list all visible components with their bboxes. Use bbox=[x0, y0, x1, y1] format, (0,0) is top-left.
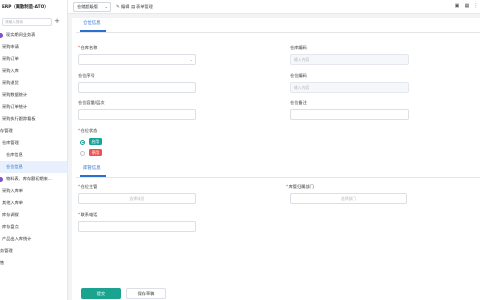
sidebar-item-purchase-order-stats[interactable]: 采购订单统计 bbox=[0, 101, 67, 113]
sidebar-item-inventory-group[interactable]: 存管理 bbox=[0, 125, 67, 137]
location-note-label: 仓位备注 bbox=[290, 100, 307, 105]
sidebar-item-label: 采购订单 bbox=[2, 56, 19, 61]
form-manage-button[interactable]: ▤表单管理 bbox=[131, 2, 153, 12]
section-divider bbox=[76, 32, 480, 33]
sidebar-item-label: 采购订单统计 bbox=[2, 104, 28, 109]
sidebar-item-label: 物料表、库存额初期来... bbox=[6, 176, 52, 181]
app-version-value: 仓储超级版 bbox=[77, 4, 98, 9]
radio-unchecked-icon bbox=[80, 150, 85, 156]
sidebar-item-label: 现实期间业务表 bbox=[6, 32, 36, 37]
location-code-label: 仓位编码 bbox=[290, 73, 307, 78]
sidebar-search-input[interactable]: 请输入搜索 bbox=[2, 18, 52, 26]
sidebar-item-label: 采购入库单 bbox=[2, 188, 23, 193]
sidebar-item-stock-transfer[interactable]: 库存调拨 bbox=[0, 209, 67, 221]
warehouse-code-field: 输入内容 bbox=[290, 54, 409, 65]
location-no-input[interactable] bbox=[78, 82, 196, 93]
more-icon[interactable]: ⋮ bbox=[473, 3, 479, 10]
contact-phone-label: *联系电话 bbox=[78, 212, 98, 217]
status-tag-enabled: 启用 bbox=[89, 138, 102, 145]
sidebar-item-label: 产品出入库统计 bbox=[2, 236, 32, 241]
sidebar-item-reality-period[interactable]: 现实期间业务表 bbox=[0, 29, 67, 41]
sidebar-item-other-inbound-doc[interactable]: 其他入库单 bbox=[0, 197, 67, 209]
plus-icon[interactable]: + bbox=[53, 17, 61, 26]
sidebar-item-label: 采购执行跟踪看板 bbox=[2, 116, 36, 121]
sidebar-item-label: 采购入库 bbox=[2, 68, 19, 73]
grid-icon[interactable]: ▦ bbox=[464, 3, 470, 10]
keeper-label: *仓位主管 bbox=[78, 184, 98, 189]
app-dot-icon bbox=[0, 176, 3, 182]
sidebar-item-label: 务管理 bbox=[0, 248, 13, 253]
edit-icon: ✎ bbox=[116, 5, 120, 10]
sidebar-item-label: 其他入库单 bbox=[2, 200, 23, 205]
warehouse-name-label: *仓库名称 bbox=[78, 45, 98, 50]
app-window: ERP（离散制造-ATO） 请输入搜索 + 现实期间业务表 采购申请 采购订单 … bbox=[0, 0, 480, 300]
sidebar-item-label: 仓库管理 bbox=[2, 140, 19, 145]
sidebar-item-label: 采购退货 bbox=[2, 80, 19, 85]
sidebar-item-purchase-inbound[interactable]: 采购入库 bbox=[0, 65, 67, 77]
save-draft-button[interactable]: 保存草稿 bbox=[126, 288, 166, 299]
sidebar-item-purchase-order[interactable]: 采购订单 bbox=[0, 53, 67, 65]
form-manage-icon: ▤ bbox=[131, 5, 136, 10]
radio-checked-icon bbox=[80, 139, 85, 145]
location-status-label: *仓位状态 bbox=[78, 128, 98, 133]
keeper-dept-select[interactable]: 选择部门 bbox=[290, 193, 407, 204]
form-panel: 仓位信息 *仓库名称 ⌄ 仓库编码 输入内容 仓位序号 仓位编码 输入内容 仓位… bbox=[72, 18, 480, 300]
status-tag-disabled: 停用 bbox=[89, 149, 102, 156]
app-version-select[interactable]: 仓储超级版 ⌄ bbox=[73, 2, 111, 12]
sidebar-item-label: 存管理 bbox=[0, 128, 13, 133]
sidebar-item-label: 库存盘点 bbox=[2, 224, 19, 229]
sidebar-item-label: 售 bbox=[0, 260, 5, 265]
location-capacity-label: 仓位容量/层次 bbox=[78, 100, 105, 105]
edit-button[interactable]: ✎编辑 bbox=[116, 2, 129, 12]
sidebar-item-purchase-return[interactable]: 采购退货 bbox=[0, 77, 67, 89]
keeper-select[interactable]: 选择成员 bbox=[78, 193, 196, 204]
sidebar-item-purchase-request[interactable]: 采购申请 bbox=[0, 41, 67, 53]
sidebar-item-purchase-inbound-doc[interactable]: 采购入库单 bbox=[0, 185, 67, 197]
sidebar-item-finance-group[interactable]: 务管理 bbox=[0, 245, 67, 257]
location-no-label: 仓位序号 bbox=[78, 73, 95, 78]
sidebar-menu: 现实期间业务表 采购申请 采购订单 采购入库 采购退货 采购数据统计 采购订单统… bbox=[0, 29, 67, 269]
sidebar-item-warehouse-info[interactable]: 仓库信息 bbox=[0, 149, 67, 161]
sidebar-item-label: 仓位信息 bbox=[6, 164, 23, 169]
sidebar-item-purchase-tracking-board[interactable]: 采购执行跟踪看板 bbox=[0, 113, 67, 125]
edit-label: 编辑 bbox=[121, 4, 130, 9]
sidebar-item-label: 仓库信息 bbox=[6, 152, 23, 157]
sidebar-item-label: 采购数据统计 bbox=[2, 92, 28, 97]
sidebar-item-location-info[interactable]: 仓位信息 bbox=[0, 161, 67, 173]
location-capacity-input[interactable] bbox=[78, 109, 196, 120]
contact-phone-input[interactable] bbox=[78, 221, 196, 232]
sidebar-item-warehouse-manage[interactable]: 仓库管理 bbox=[0, 137, 67, 149]
tab-location-info[interactable]: 仓位信息 bbox=[72, 18, 101, 30]
top-toolbar: 仓储超级版 ⌄ ✎编辑 ▤表单管理 ▣ ▦ ⋮ bbox=[68, 0, 480, 14]
sidebar-item-sales-group[interactable]: 售 bbox=[0, 257, 67, 269]
chevron-down-icon: ⌄ bbox=[189, 57, 193, 62]
sidebar-item-product-io-stats[interactable]: 产品出入库统计 bbox=[0, 233, 67, 245]
sidebar-item-purchase-stats[interactable]: 采购数据统计 bbox=[0, 89, 67, 101]
app-dot-icon bbox=[0, 32, 3, 38]
tab-keeper-info[interactable]: 库管信息 bbox=[72, 163, 101, 175]
sidebar: ERP（离散制造-ATO） 请输入搜索 + 现实期间业务表 采购申请 采购订单 … bbox=[0, 0, 68, 300]
keeper-dept-label: *库管归属部门 bbox=[286, 184, 314, 189]
sidebar-item-label: 库存调拨 bbox=[2, 212, 19, 217]
app-title: ERP（离散制造-ATO） bbox=[2, 5, 49, 10]
form-manage-label: 表单管理 bbox=[136, 4, 153, 9]
location-note-input[interactable] bbox=[290, 109, 409, 120]
chevron-down-icon: ⌄ bbox=[104, 4, 108, 9]
submit-button[interactable]: 提交 bbox=[81, 288, 121, 299]
print-icon[interactable]: ▣ bbox=[454, 3, 460, 10]
sidebar-item-material-stock-init[interactable]: 物料表、库存额初期来... bbox=[0, 173, 67, 185]
section-divider bbox=[76, 177, 480, 178]
sidebar-item-label: 采购申请 bbox=[2, 44, 19, 49]
location-code-field: 输入内容 bbox=[290, 82, 409, 93]
warehouse-code-label: 仓库编码 bbox=[290, 45, 307, 50]
warehouse-name-select[interactable]: ⌄ bbox=[78, 54, 196, 65]
sidebar-item-stock-count[interactable]: 库存盘点 bbox=[0, 221, 67, 233]
